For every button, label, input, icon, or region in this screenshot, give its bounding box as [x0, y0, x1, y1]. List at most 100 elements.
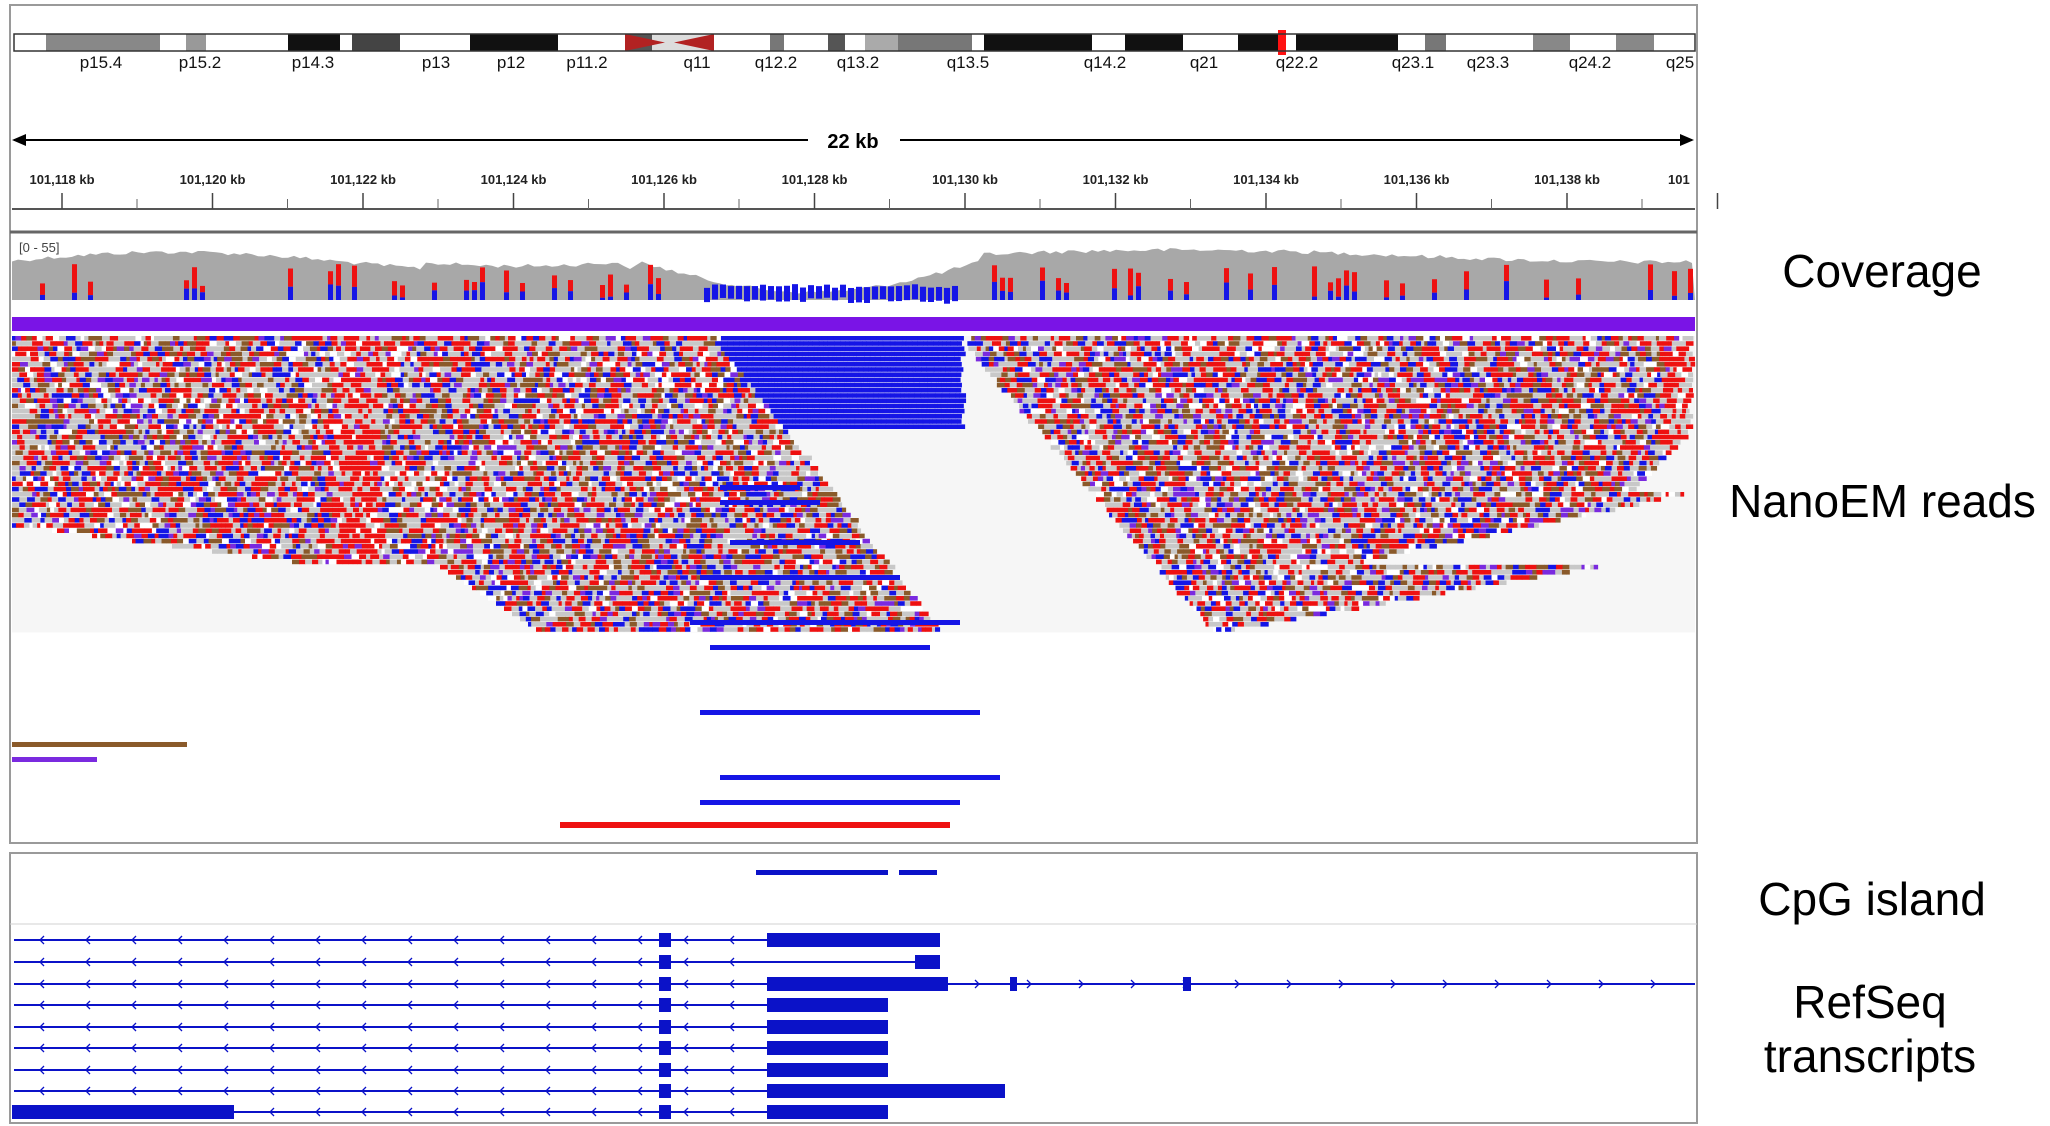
read-segment [413, 408, 420, 414]
read-segment [1122, 351, 1127, 357]
read-segment [609, 377, 614, 383]
read-segment [1416, 398, 1424, 403]
read-segment [1363, 341, 1371, 346]
read-segment [1539, 336, 1547, 341]
read-segment [494, 403, 502, 409]
read-segment [637, 408, 642, 414]
read-segment [669, 398, 678, 403]
read-segment [1061, 414, 1068, 419]
read-segment [1209, 403, 1214, 409]
read-segment [710, 356, 719, 362]
read-segment [860, 414, 868, 419]
read-segment [1686, 336, 1694, 341]
read-segment [630, 346, 638, 351]
read-segment [1380, 408, 1387, 414]
read-segment [683, 388, 688, 393]
read-segment [1685, 377, 1694, 383]
read-segment [532, 351, 539, 357]
read-segment [711, 362, 717, 367]
read-segment [332, 408, 339, 414]
ruler-tick-label: 101,118 kb [29, 172, 94, 187]
read-segment [1650, 388, 1657, 393]
coverage-bar [1336, 278, 1341, 297]
read-segment [1216, 414, 1224, 419]
read-segment [543, 372, 550, 377]
read-segment [1103, 393, 1111, 398]
read-segment [1489, 398, 1497, 403]
read-segment [867, 408, 876, 414]
read-segment [437, 398, 447, 403]
read-segment [622, 356, 628, 362]
read-segment [902, 351, 911, 357]
read-segment [1084, 351, 1091, 357]
read-segment [1408, 414, 1413, 419]
read-segment [1660, 408, 1669, 414]
read-segment [1493, 382, 1500, 388]
read-segment [1394, 382, 1404, 388]
read-segment [649, 362, 656, 367]
ideogram-band-label: q23.1 [1392, 53, 1435, 72]
read-segment [1187, 377, 1195, 383]
read-segment [67, 388, 74, 393]
read-segment [215, 388, 220, 393]
read-segment [285, 408, 292, 414]
read-segment [312, 393, 318, 398]
read-segment [350, 382, 357, 388]
read-segment [346, 362, 355, 367]
read-segment [382, 393, 388, 398]
read-segment [645, 393, 650, 398]
read-segment [1609, 351, 1616, 357]
read-segment [758, 377, 764, 383]
read-segment [241, 377, 250, 383]
coverage-range-label: [0 - 55] [19, 240, 59, 255]
read-segment [1558, 408, 1566, 414]
read-segment [1618, 336, 1624, 341]
read-segment [1473, 393, 1479, 398]
read-segment [844, 367, 852, 372]
read-segment [68, 403, 77, 409]
read-segment [366, 341, 373, 346]
read-segment [564, 351, 571, 357]
read-segment [693, 388, 698, 393]
read-segment [946, 341, 951, 346]
read-segment [174, 372, 180, 377]
read-segment [1646, 356, 1653, 362]
read-segment [807, 408, 815, 414]
read-segment [350, 341, 357, 346]
read-segment [1245, 377, 1251, 383]
read-segment [236, 408, 241, 414]
read-segment [48, 393, 53, 398]
read-segment [876, 336, 883, 341]
read-segment [1239, 393, 1244, 398]
read-segment [583, 393, 591, 398]
read-segment [254, 336, 259, 341]
read-segment [708, 403, 714, 409]
read-segment [229, 336, 234, 341]
read-segment [562, 372, 570, 377]
read-segment [1017, 398, 1023, 403]
read-segment [279, 408, 286, 414]
read-segment [825, 346, 831, 351]
read-segment [448, 336, 454, 341]
read-segment [1401, 372, 1410, 377]
read-segment [942, 341, 947, 346]
coverage-bar [1400, 295, 1405, 300]
chromosome-ideogram[interactable] [13, 30, 1696, 55]
read-segment [1101, 388, 1107, 393]
read-segment [1512, 356, 1517, 362]
read-segment [946, 336, 954, 341]
read-segment [465, 362, 472, 367]
read-segment [392, 408, 399, 414]
read-segment [1561, 356, 1566, 362]
read-segment [754, 393, 764, 398]
read-segment [1046, 388, 1055, 393]
read-segment [500, 398, 507, 403]
read-segment [1402, 351, 1408, 357]
read-segment [286, 393, 294, 398]
read-segment [1213, 398, 1220, 403]
read-segment [1659, 346, 1665, 351]
read-segment [630, 398, 639, 403]
read-segment [1627, 346, 1632, 351]
read-segment [1322, 362, 1327, 367]
coverage-bar [1184, 282, 1189, 295]
